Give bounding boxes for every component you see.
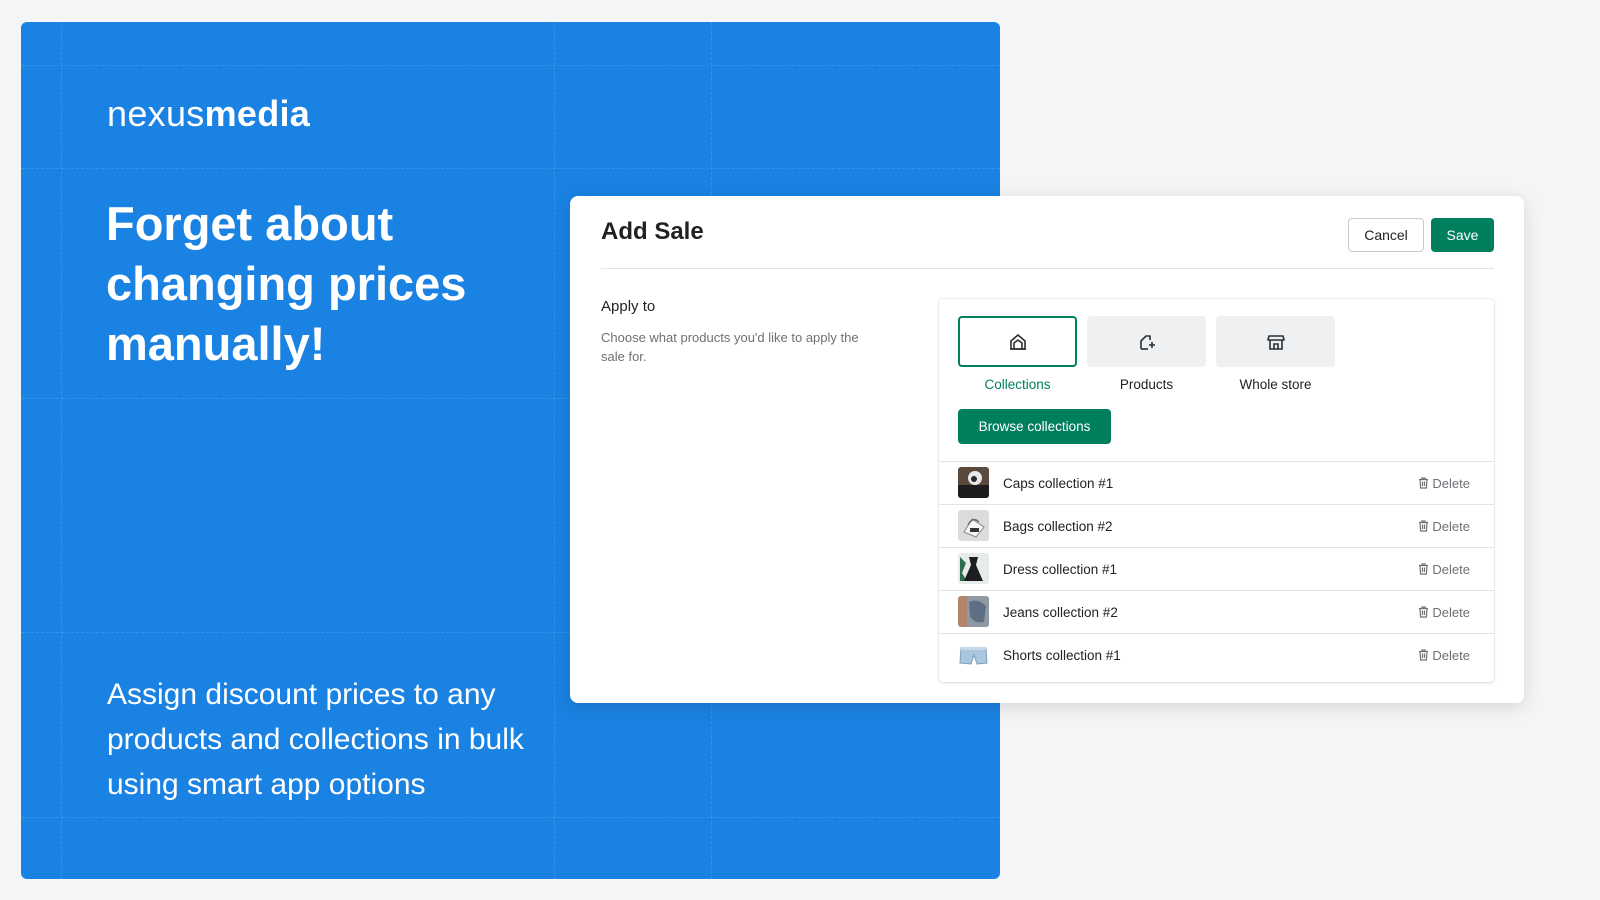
cancel-button[interactable]: Cancel [1348, 218, 1424, 252]
hero-headline: Forget about changing prices manually! [106, 197, 467, 370]
delete-button[interactable]: Delete [1418, 648, 1470, 663]
grid-line [21, 817, 1000, 818]
grid-line [21, 65, 1000, 66]
delete-button[interactable]: Delete [1418, 562, 1470, 577]
table-row: Shorts collection #1 Delete [939, 633, 1494, 676]
shorts-thumbnail [958, 639, 989, 670]
collections-list: Caps collection #1 Delete Bags collectio… [939, 461, 1494, 676]
product-add-icon [1139, 334, 1155, 350]
collections-icon [1009, 333, 1026, 350]
option-collections-label[interactable]: Collections [958, 377, 1077, 392]
apply-to-card: Collections Products Whole store Browse … [939, 299, 1494, 682]
dress-thumbnail [958, 553, 989, 584]
option-products-label[interactable]: Products [1087, 377, 1206, 392]
delete-label: Delete [1432, 604, 1470, 620]
logo-bold-text: media [204, 93, 311, 134]
save-button[interactable]: Save [1431, 218, 1494, 252]
collection-name: Bags collection #2 [1003, 518, 1113, 534]
table-row: Bags collection #2 Delete [939, 504, 1494, 547]
jeans-thumbnail [958, 596, 989, 627]
delete-label: Delete [1432, 561, 1470, 577]
trash-icon [1419, 477, 1429, 489]
modal-title: Add Sale [601, 218, 704, 245]
table-row: Jeans collection #2 Delete [939, 590, 1494, 633]
delete-button[interactable]: Delete [1418, 476, 1470, 491]
table-row: Caps collection #1 Delete [939, 461, 1494, 504]
delete-button[interactable]: Delete [1418, 605, 1470, 620]
browse-collections-button[interactable]: Browse collections [958, 409, 1111, 444]
brand-logo: nexusmedia [107, 96, 310, 132]
option-whole-store[interactable] [1216, 316, 1335, 367]
option-whole-store-label[interactable]: Whole store [1216, 377, 1335, 392]
delete-label: Delete [1432, 475, 1470, 491]
trash-icon [1419, 520, 1429, 532]
collection-name: Shorts collection #1 [1003, 647, 1121, 663]
apply-to-description: Choose what products you'd like to apply… [601, 330, 859, 364]
grid-line [21, 168, 1000, 169]
delete-label: Delete [1432, 518, 1470, 534]
table-row: Dress collection #1 Delete [939, 547, 1494, 590]
option-collections[interactable] [958, 316, 1077, 367]
option-products[interactable] [1087, 316, 1206, 367]
trash-icon [1419, 606, 1429, 618]
trash-icon [1419, 649, 1429, 661]
trash-icon [1419, 563, 1429, 575]
modal-divider [601, 268, 1494, 269]
collection-name: Jeans collection #2 [1003, 604, 1118, 620]
store-icon [1266, 334, 1285, 350]
collection-name: Dress collection #1 [1003, 561, 1118, 577]
delete-label: Delete [1432, 647, 1470, 663]
bag-thumbnail [958, 510, 989, 541]
collection-name: Caps collection #1 [1003, 475, 1114, 491]
cap-thumbnail [958, 467, 989, 498]
add-sale-modal: Add Sale Cancel Save Apply to Choose wha… [570, 196, 1524, 703]
logo-light-text: nexus [107, 93, 205, 134]
grid-line [554, 22, 555, 879]
delete-button[interactable]: Delete [1418, 519, 1470, 534]
hero-subline: Assign discount prices to any products a… [107, 678, 524, 801]
grid-line [61, 22, 62, 879]
apply-to-title: Apply to [601, 298, 656, 315]
